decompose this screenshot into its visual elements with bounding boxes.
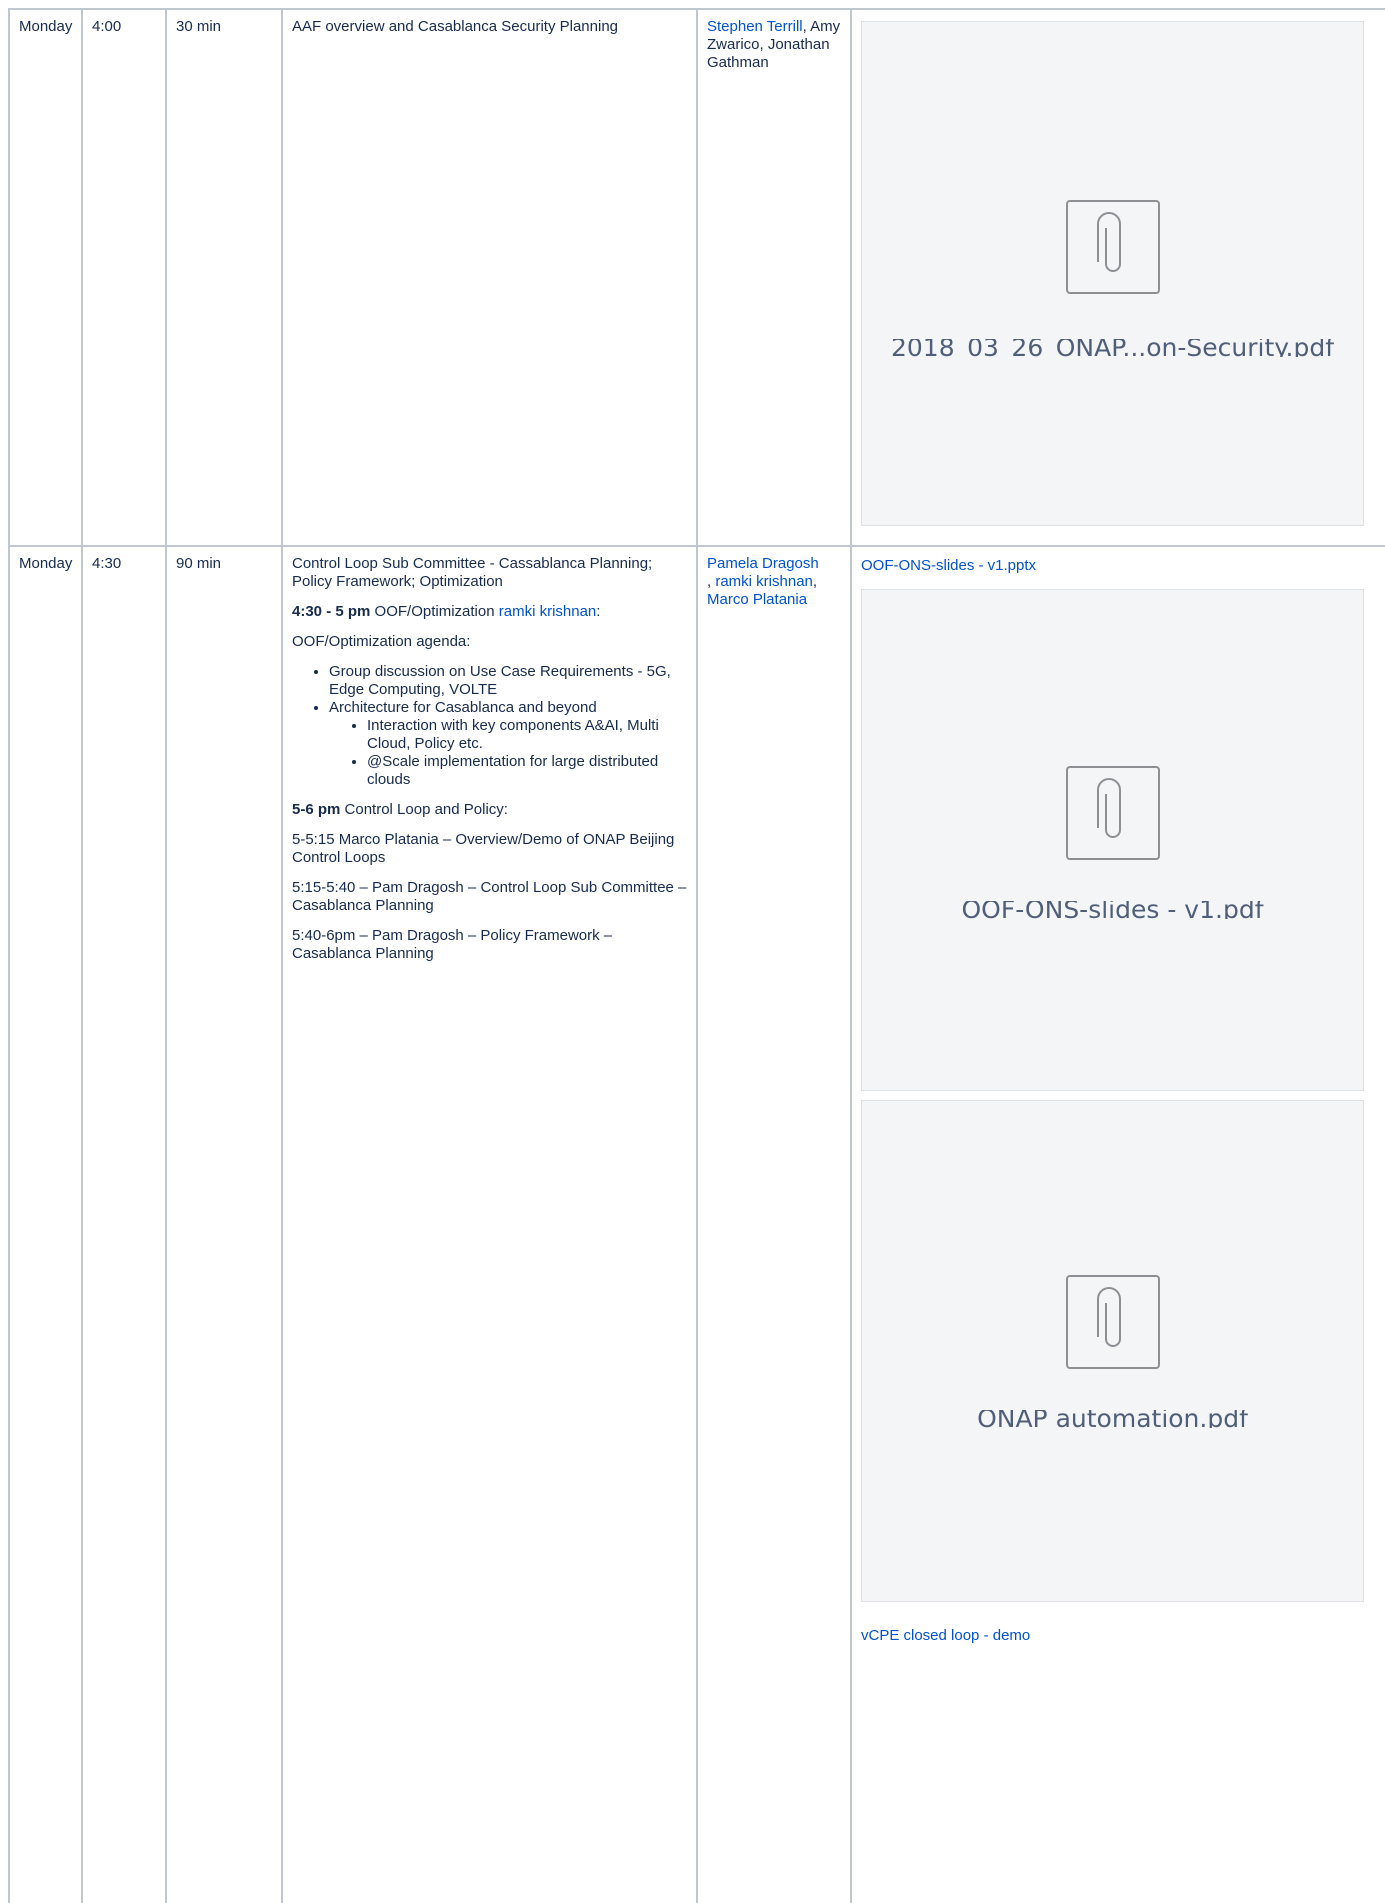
presenters-cell: Stephen Terrill, Amy Zwarico, Jonathan G… [696, 8, 852, 547]
list-item: Architecture for Casablanca and beyond I… [329, 699, 688, 789]
list-item: @Scale implementation for large distribu… [367, 753, 688, 789]
attachment-preview[interactable]: OOF-ONS-slides - v1.pdf [861, 589, 1364, 1091]
presenter-link[interactable]: Marco Platania [707, 591, 807, 608]
day-cell: Monday [8, 545, 83, 1903]
duration-cell: 30 min [165, 8, 283, 547]
oof-time: 4:30 - 5 pm [292, 603, 371, 620]
duration-cell: 90 min [165, 545, 283, 1903]
agenda-list: Group discussion on Use Case Requirement… [292, 663, 688, 789]
topic-cell: AAF overview and Casablanca Security Pla… [281, 8, 698, 547]
presenter-link[interactable]: Stephen Terrill [707, 18, 803, 35]
oof-label: OOF/Optimization [374, 603, 495, 620]
paperclip-icon [1065, 1275, 1160, 1369]
attachment-preview[interactable]: ONAP automation.pdf [861, 1100, 1364, 1602]
materials-cell: 2018_03_26_ONAP...on-Security.pdf [850, 8, 1385, 547]
paperclip-icon [1065, 200, 1160, 294]
oof-heading: 4:30 - 5 pm OOF/Optimization ramki krish… [292, 603, 688, 621]
oof-owner-link[interactable]: ramki krishnan [499, 603, 597, 620]
day-text: Monday [19, 555, 73, 572]
presenters-cell: Pamela Dragosh , ramki krishnan, Marco P… [696, 545, 852, 1903]
session-line: 5-5:15 Marco Platania – Overview/Demo of… [292, 831, 675, 866]
attachment-filename: 2018_03_26_ONAP...on-Security.pdf [891, 339, 1334, 357]
presenter-link[interactable]: ramki krishnan [715, 573, 813, 590]
session-line: 5:40-6pm – Pam Dragosh – Policy Framewor… [292, 927, 613, 962]
time-text: 4:00 [92, 18, 122, 35]
time-cell: 4:00 [81, 8, 167, 547]
oof-colon: : [596, 603, 601, 620]
attachment-preview[interactable]: 2018_03_26_ONAP...on-Security.pdf [861, 21, 1364, 526]
list-item-text: Architecture for Casablanca and beyond [329, 699, 597, 716]
oof-agenda-title: OOF/Optimization agenda: [292, 633, 471, 650]
table-row: Monday 4:30 90 min Control Loop Sub Comm… [8, 545, 1385, 1903]
presenter-separator: , [802, 18, 807, 35]
list-item: Group discussion on Use Case Requirement… [329, 663, 688, 699]
time-text: 4:30 [92, 555, 122, 572]
session-line: 5:15-5:40 – Pam Dragosh – Control Loop S… [292, 879, 687, 914]
presenter-separator: , [812, 573, 818, 590]
topic-cell: Control Loop Sub Committee - Cassablanca… [281, 545, 698, 1903]
sub-agenda-list: Interaction with key components A&AI, Mu… [329, 717, 688, 789]
materials-cell: OOF-ONS-slides - v1.pptx OOF-ONS-slides … [850, 545, 1385, 1903]
attachment-filename: ONAP automation.pdf [977, 1410, 1248, 1428]
day-text: Monday [19, 18, 73, 35]
duration-text: 30 min [176, 18, 222, 35]
topic-text: Control Loop Sub Committee - Cassablanca… [292, 555, 653, 590]
presenter-link[interactable]: Pamela Dragosh [707, 555, 819, 572]
schedule-table: Monday 4:00 30 min AAF overview and Casa… [8, 8, 1385, 1903]
presenter-separator: , [707, 573, 712, 590]
topic-text: AAF overview and Casablanca Security Pla… [292, 18, 619, 35]
control-loop-heading: 5-6 pm Control Loop and Policy: [292, 801, 688, 819]
slides-link[interactable]: OOF-ONS-slides - v1.pptx [861, 557, 1377, 575]
time-cell: 4:30 [81, 545, 167, 1903]
table-row: Monday 4:00 30 min AAF overview and Casa… [8, 8, 1385, 547]
control-loop-label: Control Loop and Policy: [344, 801, 508, 818]
schedule-page: Monday 4:00 30 min AAF overview and Casa… [8, 8, 1385, 1903]
day-cell: Monday [8, 8, 83, 547]
list-item: Interaction with key components A&AI, Mu… [367, 717, 688, 753]
duration-text: 90 min [176, 555, 222, 572]
paperclip-icon [1065, 766, 1160, 860]
demo-link[interactable]: vCPE closed loop - demo [861, 1627, 1377, 1645]
attachment-filename: OOF-ONS-slides - v1.pdf [961, 901, 1264, 919]
control-loop-time: 5-6 pm [292, 801, 341, 818]
